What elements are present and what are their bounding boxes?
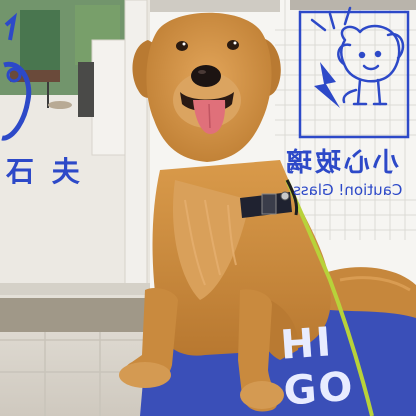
window-sign-english: Caution! Glass — [293, 181, 403, 199]
left-door-sign: 石 夫 — [6, 155, 84, 188]
dog-eye-left — [176, 41, 188, 51]
window-sign-chinese: 小心玻璃 — [283, 148, 400, 178]
dog-paw-left — [119, 362, 171, 388]
photo-scene: 小心玻璃 Caution! Glass 石 夫 HI GO — [0, 0, 416, 416]
mat-lettering: HI GO — [278, 319, 357, 415]
dog-nose — [191, 65, 221, 87]
dog-paw-right — [240, 381, 284, 409]
dog-eye-right — [227, 40, 239, 50]
interior-counter — [91, 39, 126, 156]
doormat-gray — [0, 298, 152, 332]
